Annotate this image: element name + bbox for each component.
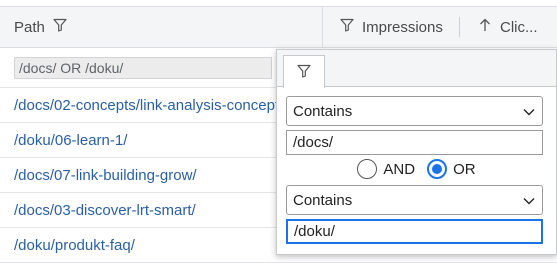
filter-icon: [297, 64, 311, 81]
path-link[interactable]: /docs/03-discover-lrt-smart/: [14, 202, 276, 219]
column-header-impressions[interactable]: Impressions: [340, 7, 443, 47]
and-radio-circle[interactable]: [357, 159, 378, 179]
filter-icon[interactable]: [53, 18, 67, 36]
chevron-down-icon: [522, 105, 536, 119]
filter-tab[interactable]: [283, 55, 325, 88]
path-link[interactable]: /docs/02-concepts/link-analysis-concepts: [14, 97, 276, 114]
column-header-clicks-label: Clic...: [500, 18, 538, 36]
filter-popup-tabbar: [277, 50, 556, 88]
column-header-path[interactable]: Path: [14, 7, 67, 47]
condition-select-2-value: Contains: [293, 191, 353, 209]
and-radio-label: AND: [383, 160, 416, 178]
or-radio[interactable]: OR: [427, 159, 476, 179]
condition-select-2[interactable]: Contains: [286, 185, 543, 215]
column-header-impressions-label: Impressions: [362, 18, 443, 36]
grid-header: Path Impressions Clic...: [0, 6, 557, 48]
filter-icon[interactable]: [340, 18, 354, 36]
column-separator[interactable]: [459, 17, 460, 37]
filter-value-input-2[interactable]: [286, 219, 543, 244]
filter-popup: Contains AND OR Contains: [276, 49, 557, 255]
path-filter-input[interactable]: [14, 57, 272, 79]
operator-radio-group: AND OR: [277, 157, 556, 181]
path-link[interactable]: /docs/07-link-building-grow/: [14, 167, 276, 184]
filter-value-input-1[interactable]: [286, 130, 543, 155]
path-link[interactable]: /doku/06-learn-1/: [14, 132, 276, 149]
and-radio[interactable]: AND: [357, 159, 415, 179]
column-header-path-label: Path: [14, 18, 45, 36]
column-divider[interactable]: [322, 7, 323, 47]
chevron-down-icon: [522, 194, 536, 208]
condition-select-1-value: Contains: [293, 102, 353, 120]
column-header-clicks[interactable]: Clic...: [478, 7, 538, 47]
sort-ascending-icon[interactable]: [478, 18, 492, 36]
path-link[interactable]: /doku/produkt-faq/: [14, 237, 276, 254]
or-radio-circle[interactable]: [427, 159, 448, 179]
or-radio-label: OR: [453, 160, 476, 178]
condition-select-1[interactable]: Contains: [286, 96, 543, 126]
